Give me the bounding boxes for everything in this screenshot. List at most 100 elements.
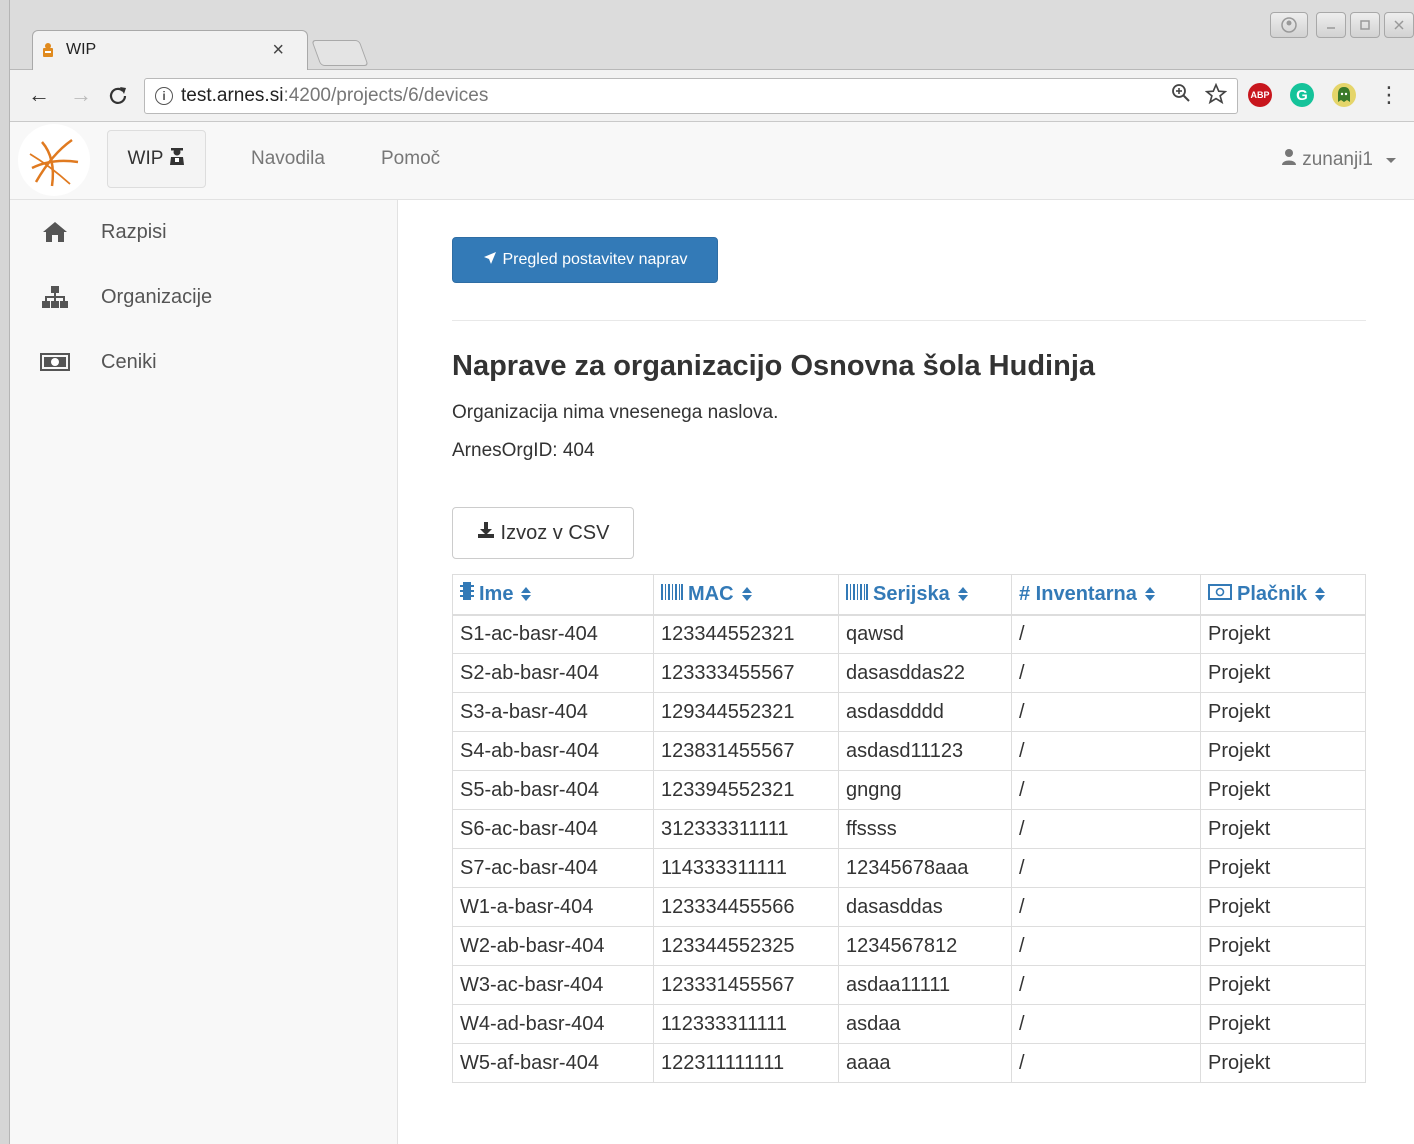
cell-serijska: asdasd11123 [838,731,1012,771]
devices-table: Ime MAC Serijska # Inventarna Plačnik S1… [452,574,1366,1083]
table-row: W3-ac-basr-404 123331455567 asdaa11111/Pro… [452,965,1366,1005]
cell-inventarna: / [1011,926,1201,966]
overview-button[interactable]: Pregled postavitev naprav [452,237,718,283]
browser-toolbar: ← → i test.arnes.si:4200/projects/6/devi… [10,70,1414,122]
cell-mac: 129344552321 [653,692,839,732]
sidebar-item-organizacije[interactable]: Organizacije [10,277,398,317]
cell-inventarna: / [1011,653,1201,693]
column-header-placnik[interactable]: Plačnik [1200,574,1366,616]
extensions: ABP G [1248,83,1356,107]
cell-ime: W2-ab-basr-404 [452,926,654,966]
sidebar-item-ceniki[interactable]: Ceniki [10,342,398,382]
org-id: ArnesOrgID: 404 [452,440,595,461]
cell-placnik: Projekt [1200,1043,1366,1083]
cell-ime: W1-a-basr-404 [452,887,654,927]
ghostery-icon[interactable] [1332,83,1356,107]
table-row: W2-ab-basr-404 123344552325 1234567812/Pro… [452,926,1366,966]
cell-mac: 312333311111 [653,809,839,849]
favicon-icon [40,41,56,59]
column-header-inventarna[interactable]: # Inventarna [1011,574,1201,616]
column-header-serijska[interactable]: Serijska [838,574,1012,616]
cell-mac: 112333311111 [653,1004,839,1044]
money-icon [1208,583,1232,606]
cell-mac: 123344552321 [653,614,839,654]
cell-serijska: 1234567812 [838,926,1012,966]
close-window-icon[interactable] [1384,12,1414,38]
brand-button[interactable]: WIP [107,130,206,188]
column-header-label: # Inventarna [1019,582,1137,605]
cell-mac: 123331455567 [653,965,839,1005]
cell-serijska: asdasdddd [838,692,1012,732]
new-tab-button[interactable] [311,40,369,66]
back-icon[interactable]: ← [28,82,50,108]
export-csv-button[interactable]: Izvoz v CSV [452,507,634,559]
zoom-icon[interactable] [1171,83,1191,111]
user-menu[interactable]: zunanji1 [1281,148,1396,172]
cell-mac: 123394552321 [653,770,839,810]
cell-mac: 123831455567 [653,731,839,771]
sitemap-icon [40,285,70,309]
cell-ime: S2-ab-basr-404 [452,653,654,693]
table-row: W5-af-basr-404 122311111111 aaaa / Projekt [452,1043,1366,1083]
table-row: S4-ab-basr-404 123831455567 asdasd11123/Pr… [452,731,1366,771]
sidebar-item-label: Organizacije [101,285,213,308]
cell-serijska: asdaa [838,1004,1012,1044]
table-row: S3-a-basr-404 129344552321 asdasdddd / Proje… [452,692,1366,732]
forward-icon[interactable]: → [70,82,92,108]
app-logo[interactable] [18,124,90,196]
address-bar[interactable]: i test.arnes.si:4200/projects/6/devices [144,78,1238,114]
cell-inventarna: / [1011,614,1201,654]
home-icon [40,220,70,244]
cell-placnik: Projekt [1200,692,1366,732]
dropdown-caret-icon [1386,157,1396,163]
url-path: :4200/projects/6/devices [283,85,489,106]
cell-inventarna: / [1011,731,1201,771]
adblock-icon[interactable]: ABP [1248,83,1272,107]
cell-mac: 123334455566 [653,887,839,927]
tab-close-icon[interactable]: × [272,40,284,60]
cell-inventarna: / [1011,887,1201,927]
tab-title: WIP [66,41,97,58]
grammarly-icon[interactable]: G [1290,83,1314,107]
user-icon [1281,148,1297,172]
sidebar-item-label: Ceniki [101,350,157,373]
cell-placnik: Projekt [1200,848,1366,888]
table-row: S2-ab-basr-404 123333455567 dasasddas22/Pr… [452,653,1366,693]
location-arrow-icon [483,251,497,270]
brand-label: WIP [127,148,164,169]
sort-icon [741,587,752,602]
column-header-label: Ime [479,582,514,605]
export-csv-label: Izvoz v CSV [500,521,610,544]
page-title: Naprave za organizacijo Osnovna šola Hud… [452,350,1096,382]
cell-ime: W4-ad-basr-404 [452,1004,654,1044]
divider [452,320,1366,321]
cell-ime: S6-ac-basr-404 [452,809,654,849]
column-header-mac[interactable]: MAC [653,574,839,616]
cell-serijska: qawsd [838,614,1012,654]
window-border [0,0,10,1144]
nav-link-navodila[interactable]: Navodila [251,148,325,170]
profile-icon[interactable] [1270,12,1308,38]
cell-inventarna: / [1011,770,1201,810]
column-header-ime[interactable]: Ime [452,574,654,616]
browser-menu-icon[interactable]: ⋮ [1378,82,1400,108]
cell-ime: S4-ab-basr-404 [452,731,654,771]
cell-ime: W3-ac-basr-404 [452,965,654,1005]
cell-placnik: Projekt [1200,770,1366,810]
window-controls [1270,12,1414,38]
microchip-icon [460,581,474,607]
table-row: W1-a-basr-404 123334455566 dasasddas / Proje… [452,887,1366,927]
maximize-icon[interactable] [1350,12,1380,38]
sidebar-item-razpisi[interactable]: Razpisi [10,212,398,252]
tab-content: WIP × [32,30,298,70]
bookmark-star-icon[interactable] [1204,82,1228,111]
cell-placnik: Projekt [1200,887,1366,927]
info-icon[interactable]: i [155,87,173,105]
devices-table-body: S1-ac-basr-404 123344552321 qawsd / Projekt S… [452,614,1366,1083]
cell-serijska: asdaa11111 [838,965,1012,1005]
reload-icon[interactable] [108,82,128,112]
minimize-icon[interactable] [1316,12,1346,38]
cell-placnik: Projekt [1200,653,1366,693]
cell-serijska: dasasddas [838,887,1012,927]
nav-link-pomoc[interactable]: Pomoč [381,148,440,170]
